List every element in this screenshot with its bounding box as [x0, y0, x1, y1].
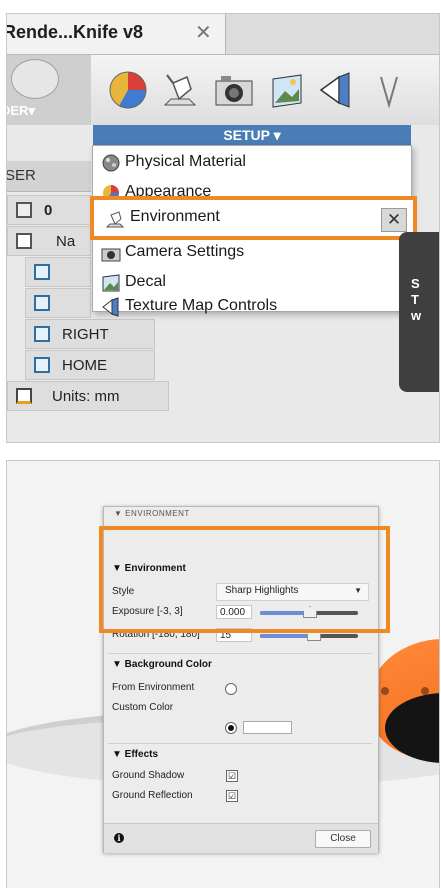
- ground-shadow-checkbox[interactable]: ☑: [226, 770, 238, 782]
- ground-shadow-label: Ground Shadow: [112, 770, 185, 781]
- workspace-label: DER▾: [7, 103, 35, 118]
- tab-close-icon[interactable]: ✕: [195, 20, 212, 45]
- view-icon: [34, 326, 50, 342]
- custom-color-label: Custom Color: [112, 702, 174, 713]
- sphere-icon: [102, 154, 120, 172]
- tree-row-home[interactable]: HOME: [25, 350, 155, 380]
- design-workspace-button[interactable]: DER▾: [7, 55, 91, 125]
- render-icon-partial[interactable]: [377, 69, 419, 111]
- document-tab[interactable]: Rende...Knife v8 ✕: [7, 14, 226, 54]
- tree-row-label: Na: [56, 233, 76, 250]
- tree-row-view[interactable]: [25, 257, 91, 287]
- units-label: Units: mm: [52, 388, 120, 405]
- menu-item-label: Texture Map Controls: [125, 297, 278, 314]
- environment-dialog-screenshot: ▼ ENVIRONMENT ▼ Environment Style Sharp …: [6, 460, 440, 888]
- camera-icon: [101, 248, 121, 262]
- ground-reflection-label: Ground Reflection: [112, 790, 193, 801]
- from-environment-radio[interactable]: [225, 683, 237, 695]
- browser-header[interactable]: SER: [7, 161, 91, 192]
- environment-section-highlight: [99, 526, 390, 633]
- setup-menu-button[interactable]: SETUP ▾: [93, 125, 411, 145]
- tree-row-named-views[interactable]: Na: [7, 226, 91, 256]
- menu-item-texture-map-controls[interactable]: Texture Map Controls: [93, 292, 411, 322]
- menu-item-label: Camera Settings: [125, 243, 245, 260]
- fusion-toolbar-screenshot: Rende...Knife v8 ✕ ER▾ SETUP ▾ SER 0 Na …: [6, 13, 440, 443]
- tree-row-label: RIGHT: [62, 326, 109, 343]
- view-icon: [34, 295, 50, 311]
- divider: [108, 653, 372, 654]
- close-icon[interactable]: ✕: [381, 208, 407, 232]
- camera-icon[interactable]: [213, 69, 255, 111]
- background-color-section-header[interactable]: ▼ Background Color: [112, 659, 212, 670]
- close-button[interactable]: Close: [315, 830, 371, 848]
- menu-item-physical-material[interactable]: Physical Material: [93, 148, 411, 178]
- knife-rivet: [381, 687, 389, 695]
- decal-icon: [102, 274, 120, 292]
- tooltip-text: w: [411, 308, 422, 323]
- dialog-footer: i Close: [104, 823, 378, 853]
- document-tab-title: Rende...Knife v8: [6, 22, 144, 42]
- document-settings-icon: [16, 388, 32, 404]
- effects-section-header[interactable]: ▼ Effects: [112, 749, 158, 760]
- tree-row-view[interactable]: [25, 288, 91, 318]
- decal-icon[interactable]: [265, 69, 307, 111]
- rotation-slider[interactable]: [260, 629, 358, 641]
- appearance-sphere-icon[interactable]: [107, 69, 149, 111]
- folder-icon: [16, 233, 32, 249]
- menu-item-label: Environment: [130, 208, 220, 225]
- workspace-icon: [11, 59, 59, 99]
- component-icon: [16, 202, 32, 218]
- from-environment-label: From Environment: [112, 682, 195, 693]
- view-icon: [34, 264, 50, 280]
- tooltip-partial: S T w: [399, 232, 439, 392]
- custom-color-radio[interactable]: [225, 722, 237, 734]
- environment-lamp-icon[interactable]: [159, 69, 201, 111]
- divider: [108, 743, 372, 744]
- texture-map-icon[interactable]: [315, 69, 357, 111]
- tree-row-units[interactable]: Units: mm: [7, 381, 169, 411]
- texture-map-icon: [102, 297, 119, 317]
- info-icon[interactable]: i: [114, 833, 124, 843]
- menu-item-environment-highlighted[interactable]: Environment ✕: [90, 196, 417, 240]
- tooltip-text: S: [411, 276, 420, 291]
- menu-item-label: Physical Material: [125, 153, 246, 170]
- environment-lamp-icon: [105, 211, 125, 228]
- tree-row-right[interactable]: RIGHT: [25, 319, 155, 349]
- knife-rivet: [421, 687, 429, 695]
- tree-row-value: 0: [44, 202, 53, 219]
- ground-reflection-checkbox[interactable]: ☑: [226, 790, 238, 802]
- custom-color-swatch[interactable]: [243, 721, 292, 734]
- rotation-slider-fill: [260, 634, 314, 638]
- browser-header-label: SER: [6, 167, 36, 184]
- tree-row-label: HOME: [62, 357, 107, 374]
- view-icon: [34, 357, 50, 373]
- document-tab-bar: Rende...Knife v8 ✕: [7, 14, 439, 55]
- tooltip-text: T: [411, 292, 419, 307]
- menu-item-camera-settings[interactable]: Camera Settings: [93, 238, 411, 268]
- dialog-title: ▼ ENVIRONMENT: [114, 509, 190, 518]
- tree-row-root[interactable]: 0: [7, 195, 91, 225]
- menu-item-label: Decal: [125, 273, 166, 290]
